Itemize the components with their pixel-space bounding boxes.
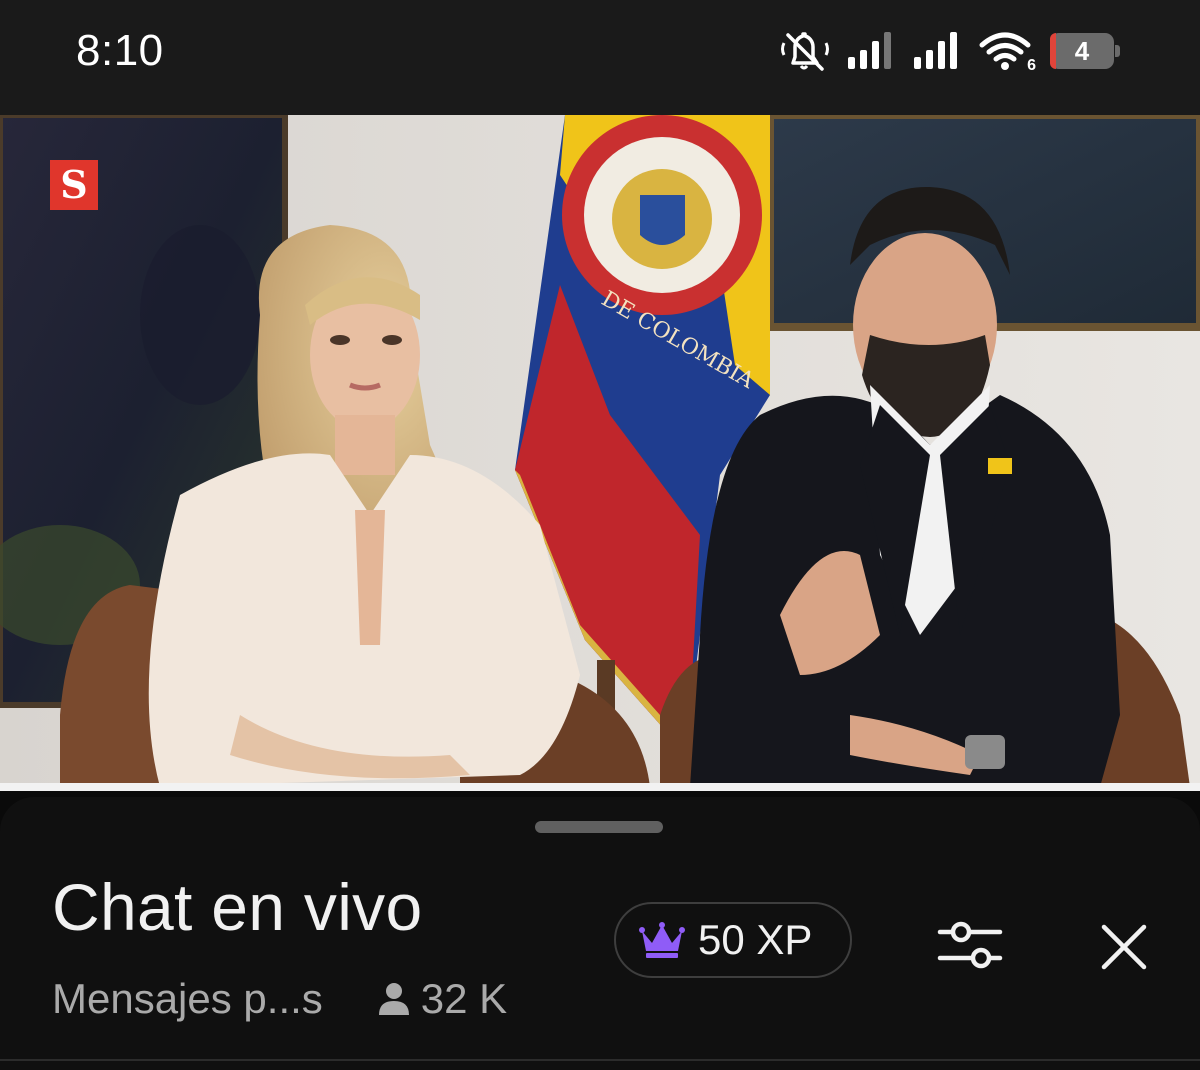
wifi-6-icon: 6 — [978, 29, 1036, 74]
xp-button[interactable]: 50 XP — [614, 902, 852, 978]
chat-mode-selector[interactable]: Mensajes p...s — [52, 975, 323, 1023]
close-button[interactable] — [1086, 909, 1162, 985]
chat-sheet-panel: Chat en vivo Mensajes p...s 32 K 50 XP — [0, 797, 1200, 1070]
close-icon — [1101, 924, 1147, 970]
crown-icon — [639, 922, 685, 958]
person-icon — [378, 983, 409, 1015]
xp-label: 50 XP — [698, 916, 813, 963]
status-bar: 8:10 6 4 — [0, 0, 1200, 115]
chat-sheet: Chat en vivo Mensajes p...s 32 K 50 XP — [0, 791, 1200, 1070]
chat-subtitle: Mensajes p...s 32 K — [52, 975, 507, 1023]
battery-level: 4 — [1074, 36, 1090, 66]
signal-icon — [914, 32, 957, 69]
channel-logo[interactable]: S — [50, 160, 98, 210]
divider — [0, 1059, 1200, 1061]
sliders-icon — [937, 921, 1003, 969]
status-time: 8:10 — [76, 26, 164, 75]
drag-handle[interactable] — [535, 821, 663, 833]
muted-bell-icon — [781, 32, 829, 71]
signal-icon — [848, 32, 891, 69]
chat-title: Chat en vivo — [52, 870, 423, 944]
video-player[interactable]: DE COLOMBIA S — [0, 115, 1200, 787]
filter-button[interactable] — [930, 909, 1010, 981]
battery-icon: 4 — [1050, 33, 1120, 69]
video-frame: DE COLOMBIA — [0, 115, 1200, 787]
viewer-count: 32 K — [377, 975, 507, 1023]
video-divider — [0, 783, 1200, 791]
viewer-count-text: 32 K — [420, 975, 508, 1022]
status-icons: 6 4 — [778, 28, 1120, 74]
wifi-badge: 6 — [1027, 57, 1036, 74]
